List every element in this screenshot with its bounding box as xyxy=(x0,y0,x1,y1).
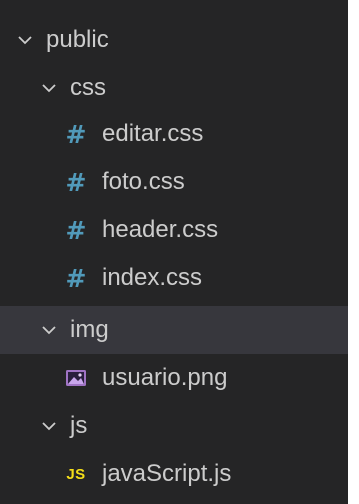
chevron-down-icon xyxy=(38,319,60,341)
folder-public[interactable]: public xyxy=(0,16,348,64)
file-editar-css[interactable]: # editar.css xyxy=(0,110,348,158)
image-file-icon xyxy=(64,366,88,390)
folder-label: js xyxy=(70,412,88,439)
css-file-icon: # xyxy=(65,215,87,245)
file-label: header.css xyxy=(102,216,219,243)
css-file-icon: # xyxy=(65,263,87,293)
js-badge: JS xyxy=(66,465,86,483)
css-file-icon: # xyxy=(65,167,87,197)
file-label: javaScript.js xyxy=(102,460,232,487)
file-javascript-js[interactable]: JS javaScript.js xyxy=(0,450,348,498)
folder-label: img xyxy=(70,316,109,343)
file-label: foto.css xyxy=(102,168,185,195)
chevron-down-icon xyxy=(38,77,60,99)
file-label: usuario.png xyxy=(102,364,228,391)
js-file-icon: JS xyxy=(64,462,88,486)
file-label: editar.css xyxy=(102,120,204,147)
file-index-css[interactable]: # index.css xyxy=(0,254,348,302)
chevron-down-icon xyxy=(38,415,60,437)
file-explorer: public css # editar.css # foto.css # hea… xyxy=(0,0,348,504)
folder-label: public xyxy=(46,26,109,53)
folder-js[interactable]: js xyxy=(0,402,348,450)
file-header-css[interactable]: # header.css xyxy=(0,206,348,254)
file-usuario-png[interactable]: usuario.png xyxy=(0,354,348,402)
css-file-icon: # xyxy=(65,119,87,149)
chevron-down-icon xyxy=(14,29,36,51)
folder-img[interactable]: img xyxy=(0,306,348,354)
file-foto-css[interactable]: # foto.css xyxy=(0,158,348,206)
folder-css[interactable]: css xyxy=(0,64,348,112)
folder-label: css xyxy=(70,74,106,101)
file-label: index.css xyxy=(102,264,203,291)
